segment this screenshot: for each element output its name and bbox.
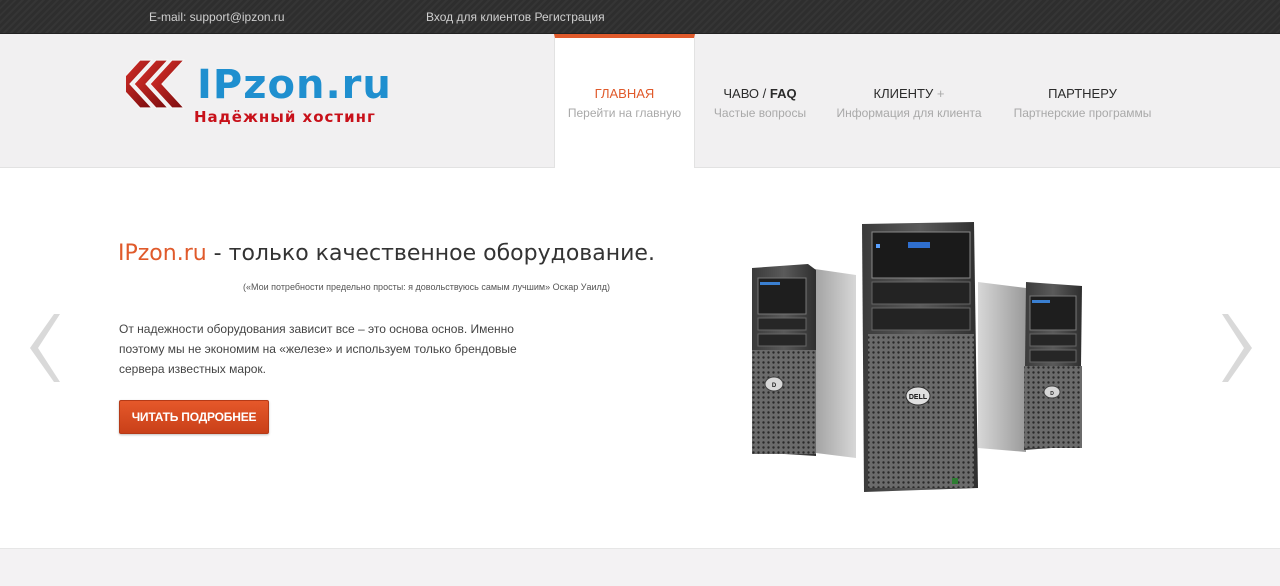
register-link[interactable]: Регистрация bbox=[534, 10, 604, 24]
nav-item-subtitle: Частые вопросы bbox=[713, 106, 807, 120]
hero-quote: («Мои потребности предельно просты: я до… bbox=[243, 282, 610, 292]
site-logo[interactable]: IPzon.ru Надёжный хостинг bbox=[126, 54, 391, 144]
site-header: IPzon.ru Надёжный хостинг ГЛАВНАЯ Перейт… bbox=[0, 34, 1280, 169]
hero-dash: - bbox=[206, 241, 229, 266]
hero-headline-text: только качественное оборудование. bbox=[228, 241, 655, 266]
nav-faq-bold: FAQ bbox=[769, 86, 797, 101]
right-server: D bbox=[978, 282, 1082, 452]
chevron-right-icon[interactable] bbox=[1222, 312, 1258, 384]
nav-client-label: КЛИЕНТУ bbox=[873, 86, 934, 101]
plus-icon: + bbox=[936, 86, 945, 101]
svg-text:D: D bbox=[1050, 391, 1054, 397]
triple-arrow-logo-icon bbox=[126, 59, 186, 109]
nav-item-faq[interactable]: ЧАВО / FAQ Частые вопросы bbox=[700, 34, 820, 168]
nav-faq-prefix: ЧАВО / bbox=[723, 86, 770, 101]
dell-badge: DELL bbox=[909, 394, 928, 401]
nav-item-title: КЛИЕНТУ + bbox=[834, 86, 984, 101]
hero-headline: IPzon.ru - только качественное оборудова… bbox=[118, 241, 655, 266]
footer-strip bbox=[0, 548, 1280, 586]
left-server: D bbox=[752, 264, 856, 458]
nav-item-home[interactable]: ГЛАВНАЯ Перейти на главную bbox=[554, 34, 695, 169]
hero-brand: IPzon.ru bbox=[118, 241, 207, 266]
nav-item-subtitle: Информация для клиента bbox=[836, 106, 982, 120]
hero-slider: IPzon.ru - только качественное оборудова… bbox=[0, 168, 1280, 548]
read-more-button[interactable]: ЧИТАТЬ ПОДРОБНЕЕ bbox=[119, 400, 269, 434]
client-login-link[interactable]: Вход для клиентов bbox=[426, 10, 531, 24]
nav-item-title: ПАРТНЕРУ bbox=[1048, 86, 1117, 101]
chevron-left-icon[interactable] bbox=[24, 312, 60, 384]
support-email[interactable]: E-mail: support@ipzon.ru bbox=[149, 10, 285, 24]
nav-item-subtitle: Партнерские программы bbox=[1013, 106, 1152, 120]
nav-item-title: ЧАВО / FAQ bbox=[700, 86, 820, 101]
auth-links: Вход для клиентов Регистрация bbox=[426, 10, 605, 24]
top-bar: E-mail: support@ipzon.ru Вход для клиент… bbox=[0, 0, 1280, 34]
nav-item-client[interactable]: КЛИЕНТУ + Информация для клиента bbox=[834, 34, 984, 168]
nav-item-subtitle: Перейти на главную bbox=[567, 106, 682, 120]
hero-description: От надежности оборудования зависит все –… bbox=[119, 322, 517, 376]
servers-image: D D DELL bbox=[752, 222, 1082, 492]
svg-text:D: D bbox=[772, 383, 777, 389]
nav-item-title: ГЛАВНАЯ bbox=[594, 86, 655, 101]
center-server: DELL bbox=[862, 222, 978, 492]
logo-brand-text: IPzon.ru bbox=[197, 62, 392, 108]
nav-item-partner[interactable]: ПАРТНЕРУ Партнерские программы bbox=[1010, 34, 1155, 168]
logo-tagline: Надёжный хостинг bbox=[194, 108, 376, 126]
